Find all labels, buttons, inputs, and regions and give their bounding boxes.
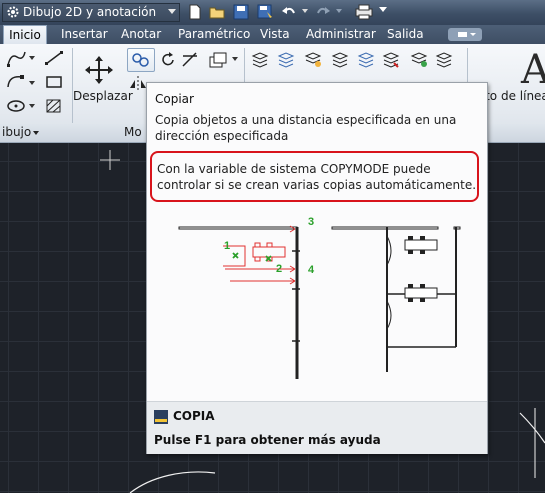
rotate-icon[interactable] bbox=[158, 50, 178, 73]
tooltip-description: Copia objetos a una distancia especifica… bbox=[155, 113, 457, 143]
chevron-down-icon[interactable] bbox=[29, 56, 35, 60]
customize-quick-access-icon[interactable] bbox=[379, 7, 387, 12]
chevron-down-icon[interactable] bbox=[29, 104, 35, 108]
line-icon[interactable] bbox=[43, 48, 65, 71]
copy-icon bbox=[132, 53, 149, 67]
command-line-icon bbox=[154, 410, 168, 424]
text-label: xto de línea bbox=[478, 89, 545, 103]
ribbon-minimize-button[interactable] bbox=[448, 28, 482, 41]
chevron-down-icon[interactable] bbox=[29, 81, 35, 85]
workspace-dropdown[interactable]: Dibujo 2D y anotación bbox=[2, 3, 180, 22]
open-icon[interactable] bbox=[208, 3, 228, 21]
panel-separator bbox=[72, 48, 73, 123]
workspace-label: Dibujo 2D y anotación bbox=[23, 5, 157, 19]
tab-inicio[interactable]: Inicio bbox=[3, 25, 47, 44]
chevron-down-icon[interactable] bbox=[168, 9, 176, 14]
title-blur bbox=[395, 2, 545, 22]
tab-insertar[interactable]: Insertar bbox=[61, 25, 108, 44]
save-icon[interactable] bbox=[232, 3, 252, 21]
move-icon[interactable] bbox=[84, 55, 114, 88]
help-hint: Pulse F1 para obtener más ayuda bbox=[154, 433, 381, 447]
layer-lock-icon[interactable] bbox=[381, 50, 401, 73]
rectangle-icon[interactable] bbox=[43, 72, 65, 95]
tab-salida[interactable]: Salida bbox=[387, 25, 424, 44]
gear-icon bbox=[6, 5, 20, 22]
copy-button[interactable] bbox=[127, 48, 155, 72]
polyline-icon[interactable] bbox=[5, 49, 27, 72]
redo-dropdown-icon[interactable] bbox=[336, 9, 342, 13]
drawing-arc bbox=[519, 412, 545, 444]
trim-icon[interactable] bbox=[180, 50, 200, 73]
title-bar: Dibujo 2D y anotación bbox=[0, 0, 545, 25]
tooltip-footer: COPIA Pulse F1 para obtener más ayuda bbox=[147, 401, 487, 454]
tooltip-title: Copiar bbox=[155, 92, 194, 106]
ribbon-tabs: Inicio Insertar Anotar Paramétrico Vista… bbox=[0, 25, 545, 44]
ellipse-icon[interactable] bbox=[5, 96, 27, 119]
chevron-down-icon[interactable] bbox=[33, 131, 39, 135]
multiline-text-icon[interactable]: A bbox=[521, 47, 545, 93]
layer-off-icon[interactable] bbox=[330, 50, 350, 73]
point-label-3: 3 bbox=[308, 216, 314, 228]
layer-match-icon[interactable] bbox=[303, 50, 323, 73]
point-label-1: 1 bbox=[224, 240, 230, 252]
drawing-arc bbox=[129, 471, 216, 493]
crosshair-cursor bbox=[100, 150, 120, 170]
move-label: Desplazar bbox=[73, 89, 133, 103]
undo-dropdown-icon[interactable] bbox=[302, 9, 308, 13]
tooltip-note: Con la variable de sistema COPYMODE pued… bbox=[150, 151, 479, 202]
hatch-icon[interactable] bbox=[43, 96, 65, 119]
panel-draw-label[interactable]: ibujo bbox=[2, 125, 31, 139]
save-as-icon[interactable] bbox=[256, 3, 276, 21]
point-label-2: 2 bbox=[276, 263, 282, 275]
redo-icon[interactable] bbox=[314, 3, 334, 21]
copy-tooltip: Copiar Copia objetos a una distancia esp… bbox=[146, 82, 488, 454]
plot-icon[interactable] bbox=[354, 3, 374, 21]
point-label-4: 4 bbox=[308, 264, 315, 276]
layer-properties-icon[interactable] bbox=[250, 50, 270, 73]
tab-parametrico[interactable]: Paramétrico bbox=[178, 25, 250, 44]
tab-anotar[interactable]: Anotar bbox=[121, 25, 161, 44]
copy-illustration: 1 2 3 4 bbox=[178, 216, 461, 379]
undo-icon[interactable] bbox=[280, 3, 300, 21]
tab-administrar[interactable]: Administrar bbox=[306, 25, 376, 44]
layer-walk-icon[interactable] bbox=[434, 50, 454, 73]
command-name: COPIA bbox=[173, 409, 215, 423]
layer-isolate-icon[interactable] bbox=[409, 50, 429, 73]
panel-modify-label[interactable]: Mo bbox=[124, 125, 142, 139]
layer-freeze-icon[interactable] bbox=[356, 50, 376, 73]
layer-states-icon[interactable] bbox=[276, 50, 296, 73]
new-icon[interactable] bbox=[186, 3, 206, 21]
erase-icon[interactable] bbox=[207, 50, 229, 73]
tab-vista[interactable]: Vista bbox=[260, 25, 290, 44]
chevron-down-icon[interactable] bbox=[232, 57, 238, 61]
arc-icon[interactable] bbox=[5, 72, 27, 95]
